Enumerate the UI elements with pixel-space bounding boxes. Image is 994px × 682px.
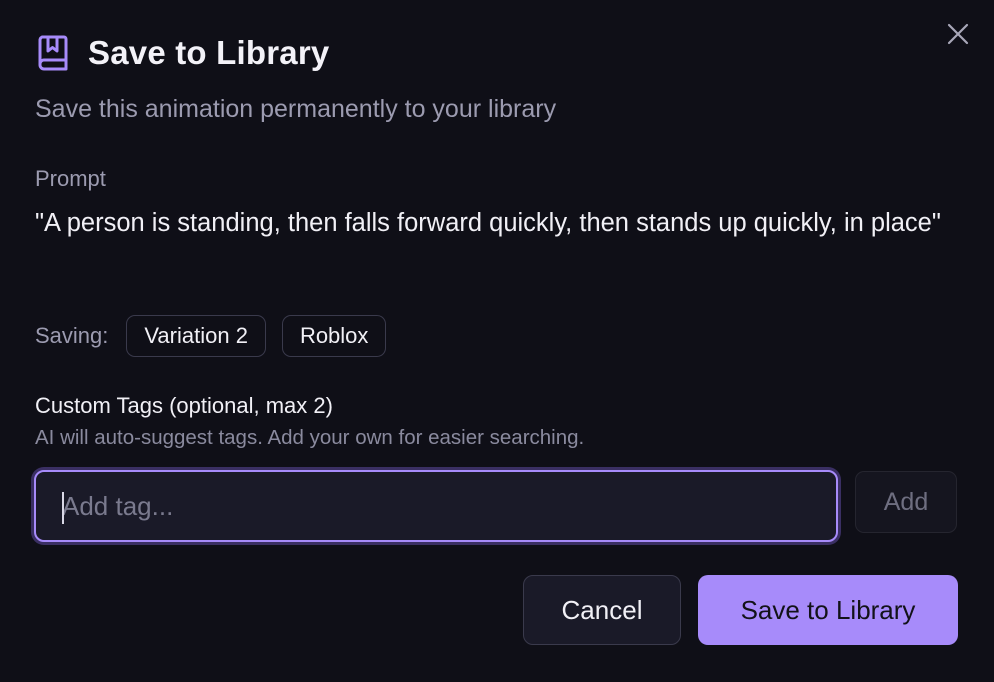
platform-chip: Roblox	[281, 315, 387, 357]
save-to-library-button[interactable]: Save to Library	[698, 575, 958, 645]
tag-input[interactable]	[36, 472, 836, 540]
tag-input-container	[34, 470, 838, 542]
dialog-header: Save to Library	[36, 34, 329, 72]
dialog-title: Save to Library	[88, 34, 330, 71]
add-tag-button[interactable]: Add	[855, 471, 957, 533]
bookmark-book-icon	[36, 34, 70, 72]
save-to-library-dialog: Save to Library Save this animation perm…	[0, 0, 994, 682]
cancel-button[interactable]: Cancel	[523, 575, 681, 645]
text-caret	[62, 492, 64, 524]
dialog-subtitle: Save this animation permanently to your …	[35, 95, 557, 123]
prompt-text: "A person is standing, then falls forwar…	[35, 209, 941, 237]
saving-row: Saving: Variation 2 Roblox	[35, 315, 387, 357]
variation-chip: Variation 2	[126, 315, 266, 357]
close-icon	[947, 23, 969, 45]
prompt-label: Prompt	[35, 166, 106, 191]
custom-tags-label: Custom Tags (optional, max 2)	[35, 393, 333, 418]
saving-label: Saving:	[35, 323, 109, 348]
custom-tags-help: AI will auto-suggest tags. Add your own …	[35, 426, 585, 449]
close-button[interactable]	[946, 22, 970, 46]
